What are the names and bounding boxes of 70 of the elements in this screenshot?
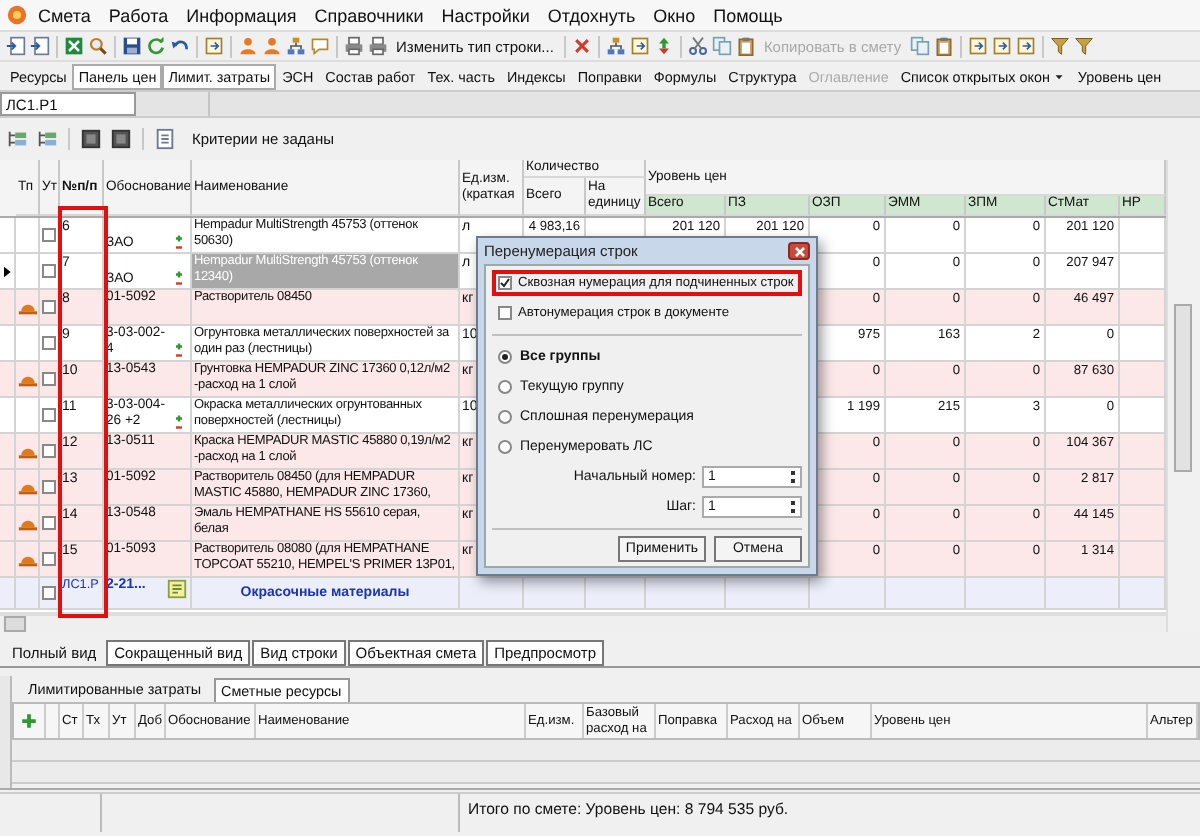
clipboard-icon[interactable]	[933, 36, 954, 56]
close-button[interactable]	[788, 242, 810, 260]
save-icon[interactable]	[122, 36, 142, 56]
checkbox[interactable]	[42, 228, 56, 242]
printer-icon[interactable]	[368, 36, 388, 56]
insert-row-icon[interactable]	[30, 36, 50, 56]
checkbox[interactable]	[42, 336, 56, 350]
person-icon[interactable]	[238, 36, 258, 56]
document-arrow-icon[interactable]	[991, 36, 1012, 56]
square-icon[interactable]	[110, 128, 132, 150]
document-icon[interactable]	[154, 128, 176, 150]
scissors-icon[interactable]	[687, 36, 708, 56]
clipboard-icon[interactable]	[735, 36, 756, 56]
delete-icon[interactable]	[571, 36, 592, 56]
printer-icon[interactable]	[344, 36, 364, 56]
menu-item[interactable]: Смета	[30, 3, 99, 27]
menu-item[interactable]: Информация	[178, 3, 305, 27]
row-pointer-icon	[0, 263, 14, 279]
radio-button[interactable]	[498, 410, 512, 424]
menu-item[interactable]: Настройки	[433, 3, 538, 27]
person-icon[interactable]	[262, 36, 282, 56]
plus-minus-icon[interactable]	[170, 342, 188, 360]
plus-minus-icon[interactable]	[170, 234, 188, 252]
scrollbar-thumb[interactable]	[4, 616, 26, 632]
menu-item[interactable]: Справочники	[306, 3, 432, 27]
menu-item[interactable]: Помощь	[705, 3, 791, 27]
plus-minus-icon[interactable]	[170, 414, 188, 432]
radio-button[interactable]	[498, 440, 512, 454]
app-logo-icon[interactable]	[6, 4, 28, 26]
search-icon[interactable]	[88, 36, 108, 56]
checkbox[interactable]	[42, 586, 56, 600]
spinner-icon[interactable]	[790, 470, 796, 484]
checkbox[interactable]	[42, 264, 56, 278]
menu-item[interactable]: Работа	[100, 3, 177, 27]
document-arrow-icon[interactable]	[204, 36, 224, 56]
checkbox[interactable]	[42, 444, 56, 458]
scrollbar-thumb[interactable]	[1174, 304, 1192, 472]
document-arrow-icon[interactable]	[967, 36, 988, 56]
spreadsheet-icon[interactable]	[64, 36, 84, 56]
tree-list-icon[interactable]	[6, 128, 28, 150]
radio-button[interactable]	[498, 380, 512, 394]
tree-list-icon[interactable]	[36, 128, 58, 150]
checkbox[interactable]	[42, 552, 56, 566]
plus-minus-icon[interactable]	[170, 270, 188, 288]
add-icon[interactable]	[20, 712, 38, 730]
speech-bubble-icon[interactable]	[310, 36, 330, 56]
note-icon[interactable]	[166, 578, 188, 600]
copy-icon[interactable]	[909, 36, 930, 56]
checkbox[interactable]	[42, 408, 56, 422]
insert-row-icon[interactable]	[6, 36, 26, 56]
checkbox[interactable]	[498, 306, 512, 320]
spinner-icon[interactable]	[790, 500, 796, 514]
checkbox[interactable]	[42, 300, 56, 314]
hierarchy-icon[interactable]	[286, 36, 306, 56]
menu-item[interactable]: Отдохнуть	[539, 3, 644, 27]
radio-button[interactable]	[498, 350, 512, 364]
square-icon[interactable]	[80, 128, 102, 150]
checkbox[interactable]	[42, 480, 56, 494]
checkbox[interactable]	[42, 372, 56, 386]
copy-icon[interactable]	[711, 36, 732, 56]
funnel-icon[interactable]	[1073, 36, 1094, 56]
checkbox[interactable]	[42, 516, 56, 530]
document-arrow-icon[interactable]	[1015, 36, 1036, 56]
up-down-arrows-icon[interactable]	[653, 36, 674, 56]
menu-item[interactable]: Окно	[645, 3, 704, 27]
caret-icon[interactable]	[1051, 69, 1066, 83]
funnel-icon[interactable]	[1049, 36, 1070, 56]
checkbox[interactable]	[498, 276, 512, 290]
hierarchy-icon[interactable]	[605, 36, 626, 56]
document-arrow-icon[interactable]	[629, 36, 650, 56]
